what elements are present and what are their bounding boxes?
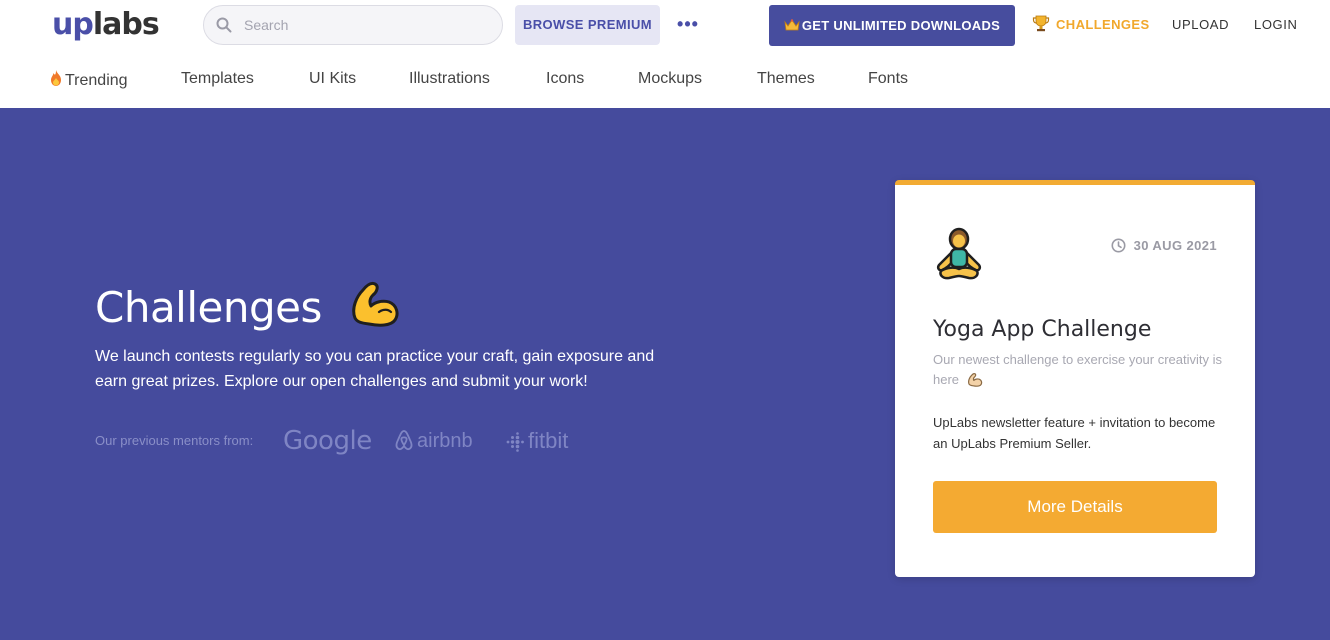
trophy-icon (1032, 15, 1050, 32)
challenge-title[interactable]: Yoga App Challenge (933, 315, 1151, 345)
google-logo: Google (283, 426, 372, 456)
yoga-person-icon (936, 227, 982, 280)
page-title: Challenges (95, 278, 401, 336)
airbnb-icon (395, 430, 413, 451)
category-nav: Trending Templates UI Kits Illustrations… (0, 55, 1330, 105)
nav-item-templates[interactable]: Templates (181, 69, 254, 89)
nav-item-ui-kits[interactable]: UI Kits (309, 69, 356, 89)
challenge-prize: UpLabs newsletter feature + invitation t… (933, 415, 1216, 451)
challenges-hero: Challenges We launch contests regularly … (0, 108, 1330, 640)
login-link[interactable]: LOGIN (1254, 14, 1297, 36)
challenge-subtitle: Our newest challenge to exercise your cr… (933, 352, 1223, 387)
unlimited-label: GET UNLIMITED DOWNLOADS (801, 18, 1001, 33)
flexed-biceps-icon (967, 373, 982, 387)
challenge-date: 30 AUG 2021 (1111, 237, 1217, 255)
nav-item-mockups[interactable]: Mockups (638, 69, 702, 89)
more-icon[interactable]: ••• (676, 12, 700, 36)
search-input[interactable] (244, 6, 494, 44)
upload-link[interactable]: UPLOAD (1172, 14, 1229, 36)
fire-icon (51, 70, 61, 86)
get-unlimited-downloads-button[interactable]: GET UNLIMITED DOWNLOADS (769, 5, 1015, 46)
more-details-button[interactable]: More Details (933, 481, 1217, 533)
nav-item-trending[interactable]: Trending (48, 69, 128, 91)
crown-icon (784, 19, 800, 31)
flexed-biceps-icon (351, 281, 399, 327)
clock-icon (1111, 238, 1126, 253)
mentors-label: Our previous mentors from: (95, 433, 254, 448)
nav-item-icons[interactable]: Icons (546, 69, 584, 89)
browse-premium-button[interactable]: BROWSE PREMIUM (515, 5, 660, 45)
airbnb-logo: airbnb (394, 426, 473, 456)
nav-item-illustrations[interactable]: Illustrations (409, 69, 490, 89)
fitbit-logo: fitbit (505, 426, 568, 456)
nav-item-themes[interactable]: Themes (757, 69, 815, 89)
challenge-card: 30 AUG 2021 Yoga App Challenge Our newes… (895, 180, 1255, 577)
nav-item-fonts[interactable]: Fonts (868, 69, 908, 89)
uplabs-logo[interactable]: uplabs (52, 8, 160, 42)
challenges-link[interactable]: CHALLENGES (1032, 14, 1150, 36)
fitbit-icon (506, 432, 524, 452)
search-box[interactable] (203, 5, 503, 45)
search-icon (216, 17, 232, 33)
hero-description: We launch contests regularly so you can … (95, 348, 655, 390)
top-navbar: uplabs BROWSE PREMIUM ••• GET UNLIMITED … (0, 0, 1330, 52)
